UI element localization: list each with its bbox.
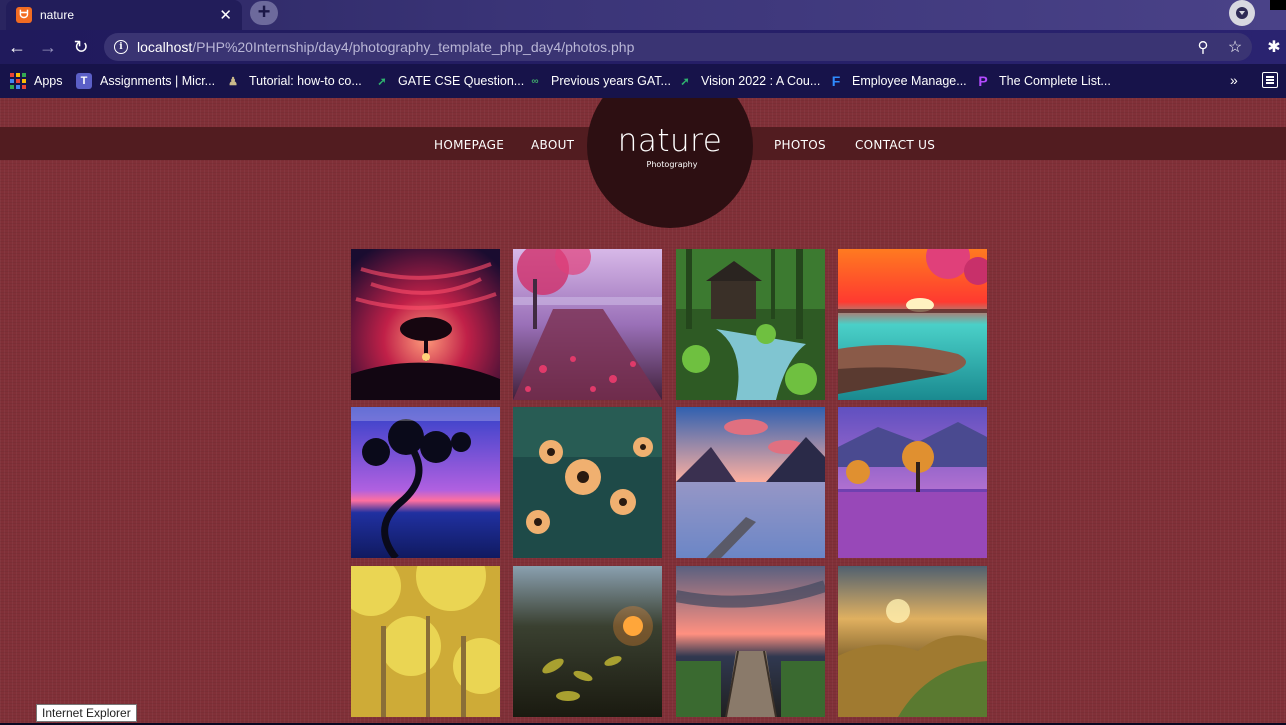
profile-button[interactable] (1229, 0, 1255, 26)
browser-toolbar: ← → ↻ i localhost/PHP%20Internship/day4/… (0, 30, 1286, 64)
gallery-photo[interactable] (676, 249, 825, 400)
star-icon[interactable]: ☆ (1225, 37, 1245, 57)
wooden-boardwalk-dusk (676, 566, 825, 717)
rocket-icon: ➚ (680, 75, 690, 88)
bookmark-item[interactable]: P The Complete List... (975, 71, 1111, 91)
reload-icon[interactable]: ↻ (70, 36, 92, 58)
teams-icon: T (76, 73, 92, 89)
f-icon: F (831, 73, 841, 89)
logo-title: nature (617, 123, 723, 159)
extensions-icon[interactable]: ✱ (1265, 37, 1283, 56)
chevron-down-icon (1236, 7, 1248, 19)
bookmark-item[interactable]: F Employee Manage... (828, 71, 967, 91)
golden-hills-sunrise (838, 566, 987, 717)
gallery-photo[interactable] (513, 407, 662, 558)
bookmark-item[interactable]: ♟ Tutorial: how-to co... (225, 71, 362, 91)
gg-icon: ∞ (531, 75, 539, 87)
leaves-sunset-bokeh (513, 566, 662, 717)
url-text[interactable]: localhost/PHP%20Internship/day4/photogra… (137, 39, 634, 55)
gallery-photo[interactable] (351, 249, 500, 400)
gallery-photo[interactable] (838, 407, 987, 558)
bookmark-item[interactable]: ➚ GATE CSE Question... (374, 71, 524, 91)
gallery-photo[interactable] (838, 249, 987, 400)
nav-homepage[interactable]: HOMEPAGE (434, 138, 504, 152)
daisy-flowers-closeup (513, 407, 662, 558)
browser-tab[interactable]: ᗨ nature ✕ (6, 0, 242, 30)
tab-strip: ᗨ nature ✕ + (0, 0, 1286, 30)
more-bookmarks-icon[interactable]: » (1230, 72, 1238, 88)
lone-tree-purple-lake (838, 407, 987, 558)
nav-photos[interactable]: PHOTOS (774, 138, 826, 152)
bookmarks-bar: Apps T Assignments | Micr... ♟ Tutorial:… (0, 64, 1286, 98)
bookmark-item[interactable]: ∞ Previous years GAT... (527, 71, 671, 91)
gallery-photo[interactable] (351, 566, 500, 717)
zoom-icon[interactable]: ⚲ (1194, 38, 1212, 56)
forward-arrow-icon[interactable]: → (37, 36, 59, 58)
gallery-photo[interactable] (513, 249, 662, 400)
gallery-photo[interactable] (838, 566, 987, 717)
back-arrow-icon[interactable]: ← (6, 36, 28, 58)
apps-grid-icon (10, 73, 26, 89)
nav-about[interactable]: ABOUT (531, 138, 574, 152)
close-icon[interactable]: ✕ (219, 6, 232, 24)
info-icon[interactable]: i (114, 40, 128, 54)
rocket-icon: ➚ (377, 75, 387, 88)
tree-silhouette-red-sky (351, 249, 500, 400)
gallery-photo[interactable] (351, 407, 500, 558)
twisted-tree-blue-sea (351, 407, 500, 558)
tutorial-icon: ♟ (228, 75, 238, 88)
mountain-lake-jetty (676, 407, 825, 558)
sunset-sea-cherry-blossom (838, 249, 987, 400)
bookmark-item[interactable]: ➚ Vision 2022 : A Cou... (677, 71, 820, 91)
bookmark-apps[interactable]: Apps (10, 71, 63, 91)
xampp-icon: ᗨ (16, 7, 32, 23)
tab-title: nature (40, 8, 75, 22)
status-tooltip: Internet Explorer (36, 704, 137, 722)
forest-waterfall-mill (676, 249, 825, 400)
nav-contact-us[interactable]: CONTACT US (855, 138, 935, 152)
window-edge (1270, 0, 1286, 10)
autumn-forest-canopy (351, 566, 500, 717)
blossom-lake-pier (513, 249, 662, 400)
gallery-photo[interactable] (513, 566, 662, 717)
gallery-photo[interactable] (676, 407, 825, 558)
reading-list-icon[interactable] (1262, 72, 1278, 88)
gallery-photo[interactable] (676, 566, 825, 717)
address-bar[interactable]: i localhost/PHP%20Internship/day4/photog… (104, 33, 1252, 61)
logo-subtitle: Photography (646, 160, 698, 169)
page-viewport: HOMEPAGE ABOUT nature Photography PHOTOS… (0, 98, 1286, 725)
bookmark-item[interactable]: T Assignments | Micr... (76, 71, 215, 91)
p-icon: P (978, 73, 988, 89)
new-tab-button[interactable]: + (250, 1, 278, 25)
